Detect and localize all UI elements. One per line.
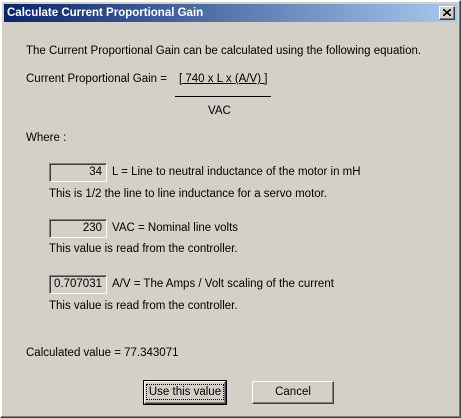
amps-volt-note: This value is read from the controller. xyxy=(49,300,238,312)
fraction-line xyxy=(175,96,271,97)
where-label: Where : xyxy=(26,132,67,144)
close-button[interactable] xyxy=(439,6,455,20)
equation-denominator: VAC xyxy=(208,105,231,117)
use-value-button[interactable]: Use this value xyxy=(143,380,227,405)
use-value-label: Use this value xyxy=(145,384,225,400)
vac-label: VAC = Nominal line volts xyxy=(112,222,239,234)
close-icon xyxy=(443,9,451,16)
dialog-window: Calculate Current Proportional Gain The … xyxy=(0,0,461,418)
window-title: Calculate Current Proportional Gain xyxy=(7,7,204,19)
amps-volt-field[interactable]: 0.707031 xyxy=(49,275,107,294)
inductance-label: L = Line to neutral inductance of the mo… xyxy=(112,166,361,178)
inductance-field[interactable]: 34 xyxy=(49,163,107,182)
equation-lhs: Current Proportional Gain = xyxy=(26,73,167,85)
vac-note: This value is read from the controller. xyxy=(49,243,238,255)
calculated-value: Calculated value = 77.343071 xyxy=(26,347,179,359)
equation-numerator: [ 740 x L x (A/V) ] xyxy=(179,73,268,85)
title-bar[interactable]: Calculate Current Proportional Gain xyxy=(4,4,457,22)
amps-volt-label: A/V = The Amps / Volt scaling of the cur… xyxy=(112,278,334,290)
cancel-button[interactable]: Cancel xyxy=(252,381,334,404)
inductance-note: This is 1/2 the line to line inductance … xyxy=(49,188,328,200)
intro-text: The Current Proportional Gain can be cal… xyxy=(26,45,422,57)
vac-field[interactable]: 230 xyxy=(49,219,107,238)
